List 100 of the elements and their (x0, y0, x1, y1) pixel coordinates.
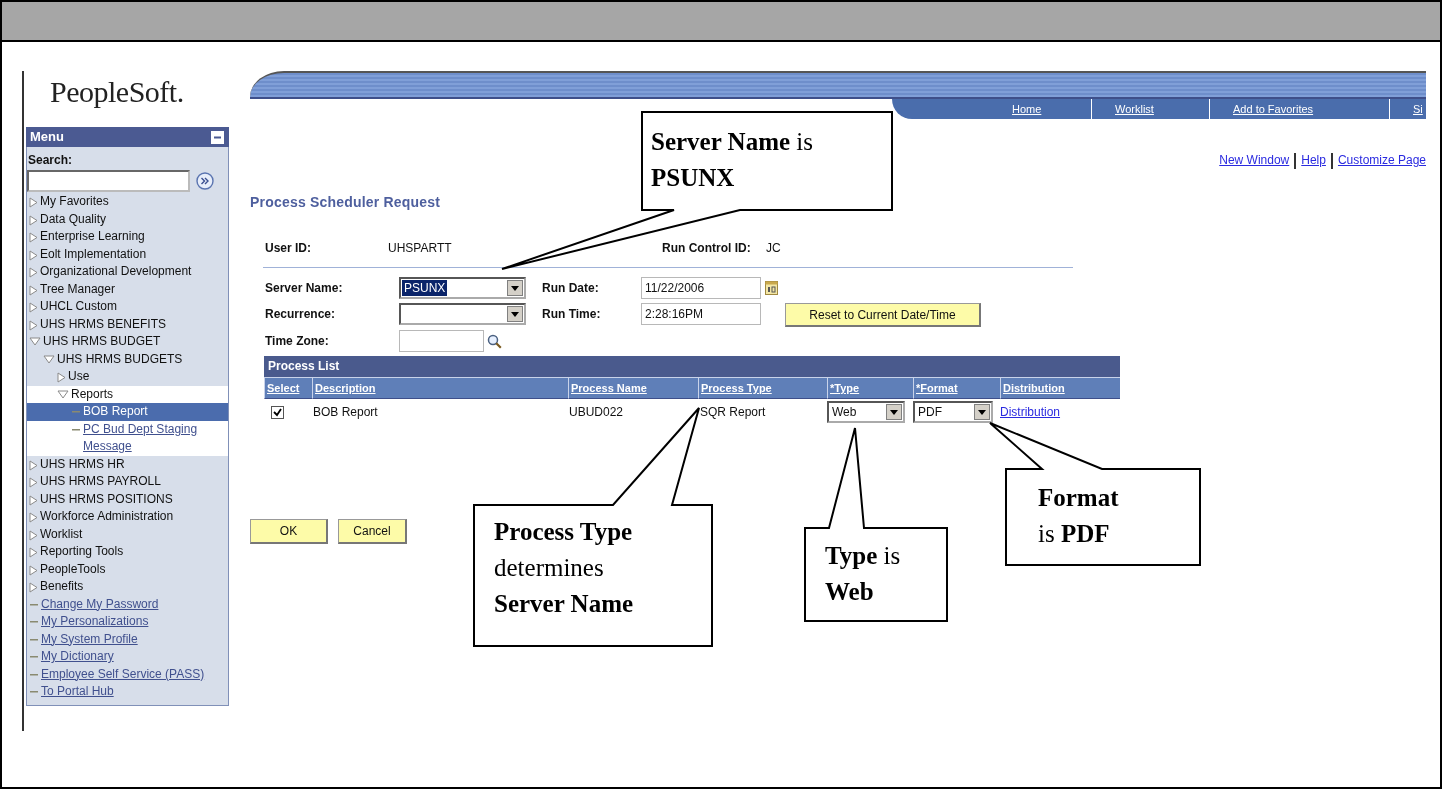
triangle-right-icon[interactable] (29, 284, 38, 296)
callout-text: Format is PDF (1038, 483, 1119, 549)
dropdown-field[interactable]: PSUNX (399, 277, 526, 299)
menu-item[interactable]: UHS HRMS BUDGETS (27, 350, 228, 368)
triangle-right-icon[interactable] (29, 494, 38, 506)
menu-item[interactable]: Enterprise Learning (27, 228, 228, 246)
input-field[interactable]: 2:28:16PM (641, 302, 761, 325)
dash-icon (29, 654, 39, 660)
triangle-down-icon[interactable] (57, 389, 69, 399)
column-header[interactable]: *Format (913, 377, 1000, 399)
menu-item[interactable]: My Favorites (27, 193, 228, 211)
triangle-right-icon[interactable] (29, 564, 38, 576)
menu-item[interactable]: UHCL Custom (27, 298, 228, 316)
go-icon[interactable] (196, 172, 214, 190)
column-header[interactable]: Select (264, 377, 312, 399)
triangle-right-icon[interactable] (29, 249, 38, 261)
menu-item[interactable]: Data Quality (27, 210, 228, 228)
menu-item[interactable]: Tree Manager (27, 280, 228, 298)
menu-item[interactable]: Reporting Tools (27, 543, 228, 561)
logo: PeopleSoft. (49, 74, 185, 110)
menu-item[interactable]: Organizational Development (27, 263, 228, 281)
table-cell: SQR Report (700, 405, 766, 419)
menu-item[interactable]: Eolt Implementation (27, 245, 228, 263)
ok-button[interactable]: OK (250, 519, 328, 544)
nav-link[interactable]: Add to Favorites (1209, 99, 1389, 119)
search-label: Search: (27, 152, 74, 169)
dash-icon (29, 636, 39, 643)
menu-item[interactable]: UHS HRMS BUDGET (27, 333, 228, 351)
column-header[interactable]: Process Name (568, 377, 698, 399)
checkbox[interactable] (271, 405, 284, 419)
triangle-right-icon[interactable] (29, 214, 38, 226)
search-icon[interactable] (487, 333, 502, 349)
field-label: Time Zone: (265, 334, 330, 348)
triangle-right-icon[interactable] (29, 582, 38, 593)
menu-item[interactable]: Worklist (27, 525, 228, 543)
menu-link[interactable]: To Portal Hub (27, 683, 228, 701)
menu-item[interactable]: UHS HRMS HR (27, 455, 228, 473)
column-header[interactable]: Process Type (698, 377, 827, 399)
dropdown-field[interactable] (399, 302, 526, 325)
triangle-right-icon[interactable] (29, 547, 38, 558)
page-link[interactable]: Customize Page (1330, 153, 1426, 169)
dash-icon (29, 689, 39, 695)
triangle-down-icon[interactable] (43, 354, 55, 364)
triangle-right-icon[interactable] (29, 512, 38, 523)
page-link[interactable]: Help (1294, 153, 1331, 169)
menu-item[interactable]: Benefits (27, 578, 228, 596)
section-header: Process List (264, 356, 1120, 377)
menu-item[interactable]: Use (27, 368, 228, 386)
dropdown-field[interactable]: Web (827, 401, 905, 423)
cancel-button[interactable]: Cancel (338, 519, 407, 544)
page-title: Process Scheduler Request (250, 193, 442, 211)
triangle-right-icon[interactable] (57, 372, 66, 383)
dropdown-field[interactable]: PDF (913, 401, 993, 423)
menu-link[interactable]: Change My Password (27, 595, 228, 613)
triangle-right-icon[interactable] (29, 477, 38, 488)
menu-item[interactable]: UHS HRMS PAYROLL (27, 473, 228, 491)
triangle-right-icon[interactable] (29, 529, 38, 541)
nav-link[interactable]: Si (1389, 99, 1426, 119)
distribution-link[interactable]: Distribution (1000, 405, 1061, 419)
input-field[interactable] (399, 330, 484, 352)
triangle-right-icon[interactable] (29, 302, 38, 313)
calendar-icon[interactable] (765, 281, 778, 295)
triangle-right-icon[interactable] (29, 232, 38, 243)
triangle-down-icon[interactable] (29, 337, 41, 346)
field-label: Run Time: (542, 306, 602, 321)
collapse-icon[interactable] (211, 130, 224, 144)
menu-item[interactable]: Reports (27, 385, 228, 403)
menu-item[interactable]: UHS HRMS POSITIONS (27, 490, 228, 508)
column-header[interactable]: *Type (827, 377, 913, 399)
triangle-right-icon[interactable] (29, 267, 38, 278)
column-header[interactable]: Distribution (1000, 377, 1120, 399)
nav-link[interactable]: Worklist (1091, 99, 1209, 119)
menu-title: Menu (30, 128, 64, 146)
menu-link[interactable]: PC Bud Dept Staging Message (27, 420, 228, 456)
reset-button[interactable]: Reset to Current Date/Time (785, 303, 981, 327)
menu-link[interactable]: My Dictionary (27, 648, 228, 666)
field-label: Recurrence: (265, 306, 337, 321)
triangle-right-icon[interactable] (29, 459, 38, 471)
dash-icon (29, 619, 39, 625)
callout-text: Type is Web (825, 541, 901, 607)
menu-item[interactable]: PeopleTools (27, 560, 228, 578)
dash-icon (71, 426, 81, 433)
nav-link[interactable]: Home (892, 99, 1091, 119)
menu-link[interactable]: Employee Self Service (PASS) (27, 665, 228, 683)
field-value: UHSPARTT (388, 241, 453, 255)
menu-item[interactable]: UHS HRMS BENEFITS (27, 315, 228, 333)
menu-link[interactable]: My System Profile (27, 630, 228, 648)
menu-link[interactable]: BOB Report (27, 403, 228, 421)
triangle-right-icon[interactable] (29, 197, 38, 208)
input-field[interactable]: 11/22/2006 (641, 277, 761, 299)
table-cell: UBUD022 (569, 405, 624, 419)
triangle-right-icon[interactable] (29, 319, 38, 331)
search-field[interactable] (27, 170, 190, 192)
column-header[interactable]: Description (312, 377, 568, 399)
page-link[interactable]: New Window (1214, 153, 1295, 169)
dash-icon (29, 671, 39, 678)
field-label: Run Control ID: (662, 241, 752, 255)
menu-item[interactable]: Workforce Administration (27, 508, 228, 526)
callout-text: Process Type determines Server Name (494, 517, 634, 619)
menu-link[interactable]: My Personalizations (27, 613, 228, 631)
